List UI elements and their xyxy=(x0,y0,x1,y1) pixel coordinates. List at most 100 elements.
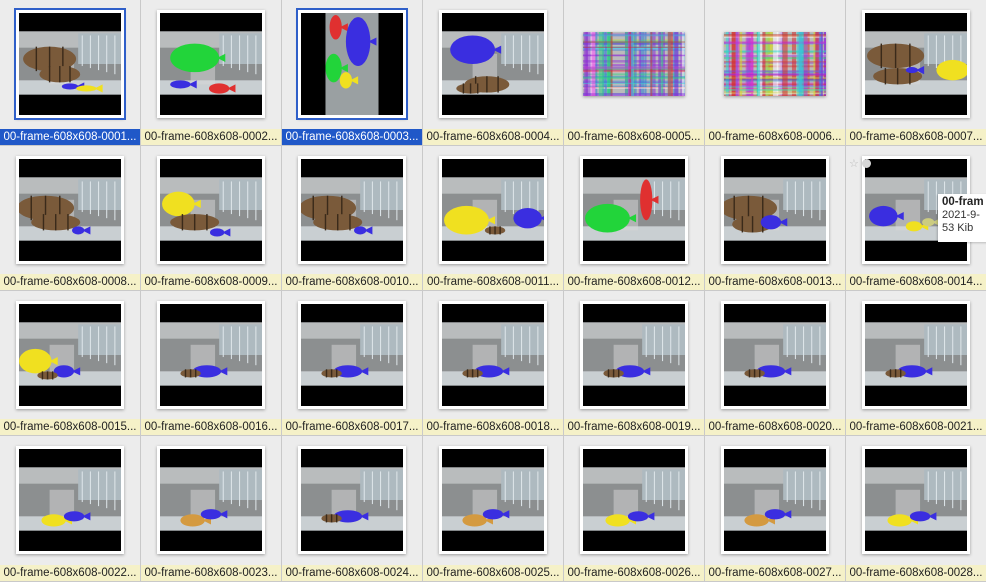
thumbnail-item[interactable]: 00-frame-608x608-0013... xyxy=(705,146,846,291)
thumbnail-filename[interactable]: 00-frame-608x608-0023... xyxy=(141,565,281,581)
thumbnail-frame[interactable] xyxy=(580,446,688,554)
thumbnail-item[interactable]: 00-frame-608x608-0017... xyxy=(282,291,423,436)
thumbnail-frame[interactable] xyxy=(580,156,688,264)
thumbnail-frame[interactable] xyxy=(298,301,406,409)
thumbnail-frame[interactable] xyxy=(298,156,406,264)
thumbnail-frame[interactable] xyxy=(16,301,124,409)
thumbnail-frame[interactable] xyxy=(439,10,547,118)
thumbnail-item[interactable]: 00-frame-608x608-0024... xyxy=(282,436,423,582)
thumbnail-image[interactable] xyxy=(442,304,544,406)
thumbnail-image[interactable] xyxy=(865,13,967,115)
thumbnail-image[interactable] xyxy=(583,32,685,96)
thumbnail-filename[interactable]: 00-frame-608x608-0001... xyxy=(0,129,140,145)
thumbnail-filename[interactable]: 00-frame-608x608-0012... xyxy=(564,274,704,290)
thumbnail-frame[interactable] xyxy=(157,301,265,409)
thumbnail-image[interactable] xyxy=(301,159,403,261)
thumbnail-frame[interactable] xyxy=(157,10,265,118)
thumbnail-item[interactable]: 00-frame-608x608-0003... xyxy=(282,0,423,146)
thumbnail-filename[interactable]: 00-frame-608x608-0020... xyxy=(705,419,845,435)
thumbnail-image[interactable] xyxy=(19,159,121,261)
thumbnail-item[interactable]: 00-frame-608x608-0027... xyxy=(705,436,846,582)
thumbnail-frame[interactable] xyxy=(439,446,547,554)
thumbnail-filename[interactable]: 00-frame-608x608-0022... xyxy=(0,565,140,581)
thumbnail-filename[interactable]: 00-frame-608x608-0010... xyxy=(282,274,422,290)
thumbnail-image[interactable] xyxy=(442,159,544,261)
thumbnail-filename[interactable]: 00-frame-608x608-0009... xyxy=(141,274,281,290)
thumbnail-item[interactable]: 00-frame-608x608-0006... xyxy=(705,0,846,146)
thumbnail-frame[interactable] xyxy=(580,10,688,118)
thumbnail-item[interactable]: 00-frame-608x608-0010... xyxy=(282,146,423,291)
thumbnail-frame[interactable] xyxy=(296,8,408,120)
thumbnail-frame[interactable] xyxy=(721,301,829,409)
thumbnail-image[interactable] xyxy=(19,304,121,406)
thumbnail-image[interactable] xyxy=(865,304,967,406)
thumbnail-filename[interactable]: 00-frame-608x608-0014... xyxy=(846,274,986,290)
thumbnail-item[interactable]: 00-frame-608x608-0007... xyxy=(846,0,986,146)
thumbnail-filename[interactable]: 00-frame-608x608-0013... xyxy=(705,274,845,290)
thumbnail-filename[interactable]: 00-frame-608x608-0007... xyxy=(846,129,986,145)
thumbnail-image[interactable] xyxy=(160,13,262,115)
thumbnail-filename[interactable]: 00-frame-608x608-0006... xyxy=(705,129,845,145)
thumbnail-item[interactable]: 00-frame-608x608-0028... xyxy=(846,436,986,582)
thumbnail-item[interactable]: 00-frame-608x608-0008... xyxy=(0,146,141,291)
thumbnail-image[interactable] xyxy=(724,304,826,406)
thumbnail-frame[interactable] xyxy=(16,446,124,554)
thumbnail-filename[interactable]: 00-frame-608x608-0017... xyxy=(282,419,422,435)
thumbnail-filename[interactable]: 00-frame-608x608-0002... xyxy=(141,129,281,145)
thumbnail-frame[interactable] xyxy=(862,10,970,118)
thumbnail-filename[interactable]: 00-frame-608x608-0028... xyxy=(846,565,986,581)
thumbnail-item[interactable]: 00-frame-608x608-0004... xyxy=(423,0,564,146)
thumbnail-image[interactable] xyxy=(160,449,262,551)
thumbnail-frame[interactable] xyxy=(721,10,829,118)
thumbnail-item[interactable]: 00-frame-608x608-0005... xyxy=(564,0,705,146)
thumbnail-frame[interactable] xyxy=(14,8,126,120)
thumbnail-frame[interactable] xyxy=(580,301,688,409)
thumbnail-item[interactable]: 00-frame-608x608-0020... xyxy=(705,291,846,436)
thumbnail-image[interactable] xyxy=(442,13,544,115)
thumbnail-image[interactable] xyxy=(19,13,121,115)
thumbnail-image[interactable] xyxy=(865,449,967,551)
thumbnail-frame[interactable] xyxy=(721,156,829,264)
thumbnail-frame[interactable] xyxy=(721,446,829,554)
thumbnail-item[interactable]: 00-frame-608x608-0018... xyxy=(423,291,564,436)
thumbnail-item[interactable]: 00-frame-608x608-0026... xyxy=(564,436,705,582)
thumbnail-filename[interactable]: 00-frame-608x608-0027... xyxy=(705,565,845,581)
thumbnail-image[interactable] xyxy=(583,449,685,551)
thumbnail-filename[interactable]: 00-frame-608x608-0021... xyxy=(846,419,986,435)
thumbnail-filename[interactable]: 00-frame-608x608-0016... xyxy=(141,419,281,435)
thumbnail-item[interactable]: 00-frame-608x608-0015... xyxy=(0,291,141,436)
thumbnail-filename[interactable]: 00-frame-608x608-0008... xyxy=(0,274,140,290)
thumbnail-filename[interactable]: 00-frame-608x608-0015... xyxy=(0,419,140,435)
thumbnail-frame[interactable] xyxy=(298,446,406,554)
thumbnail-item[interactable]: 00-frame-608x608-0022... xyxy=(0,436,141,582)
thumbnail-item[interactable]: 00-frame-608x608-0001... xyxy=(0,0,141,146)
thumbnail-frame[interactable] xyxy=(439,156,547,264)
thumbnail-filename[interactable]: 00-frame-608x608-0003... xyxy=(282,129,422,145)
thumbnail-image[interactable] xyxy=(160,159,262,261)
thumbnail-image[interactable] xyxy=(583,159,685,261)
thumbnail-item[interactable]: 00-frame-608x608-0025... xyxy=(423,436,564,582)
thumbnail-frame[interactable] xyxy=(862,301,970,409)
thumbnail-filename[interactable]: 00-frame-608x608-0019... xyxy=(564,419,704,435)
color-label-icon[interactable] xyxy=(861,159,871,168)
thumbnail-filename[interactable]: 00-frame-608x608-0004... xyxy=(423,129,563,145)
thumbnail-filename[interactable]: 00-frame-608x608-0011... xyxy=(423,274,563,290)
thumbnail-image[interactable] xyxy=(724,449,826,551)
thumbnail-item[interactable]: 00-frame-608x608-0009... xyxy=(141,146,282,291)
thumbnail-filename[interactable]: 00-frame-608x608-0025... xyxy=(423,565,563,581)
thumbnail-frame[interactable] xyxy=(439,301,547,409)
thumbnail-filename[interactable]: 00-frame-608x608-0005... xyxy=(564,129,704,145)
thumbnail-image[interactable] xyxy=(301,449,403,551)
thumbnail-filename[interactable]: 00-frame-608x608-0018... xyxy=(423,419,563,435)
thumbnail-filename[interactable]: 00-frame-608x608-0026... xyxy=(564,565,704,581)
thumbnail-frame[interactable] xyxy=(16,156,124,264)
thumbnail-item[interactable]: 00-frame-608x608-0011... xyxy=(423,146,564,291)
thumbnail-frame[interactable] xyxy=(862,446,970,554)
rating-control[interactable]: ☆ xyxy=(849,157,871,170)
thumbnail-image[interactable] xyxy=(583,304,685,406)
thumbnail-frame[interactable] xyxy=(157,446,265,554)
thumbnail-item[interactable]: 00-frame-608x608-0002... xyxy=(141,0,282,146)
thumbnail-image[interactable] xyxy=(442,449,544,551)
thumbnail-image[interactable] xyxy=(19,449,121,551)
thumbnail-image[interactable] xyxy=(724,159,826,261)
